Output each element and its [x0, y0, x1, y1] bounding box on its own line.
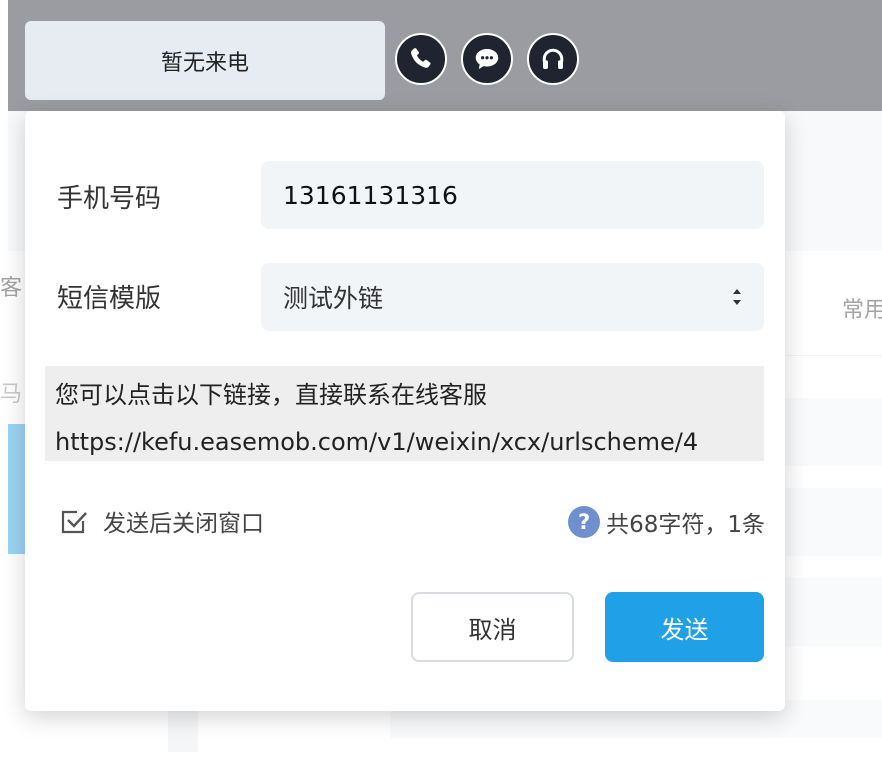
send-sms-dialog: 手机号码 13161131316 短信模版 测试外链 您可以点击以下链接，直接联…	[25, 111, 785, 711]
chat-icon	[475, 49, 499, 69]
phone-input[interactable]: 13161131316	[261, 161, 764, 229]
headset-button[interactable]	[527, 33, 579, 85]
chat-button[interactable]	[461, 33, 513, 85]
message-text-line: 您可以点击以下链接，直接联系在线客服	[55, 381, 487, 409]
char-count-text: 共68字符，1条	[606, 512, 765, 538]
template-select[interactable]: 测试外链	[261, 263, 764, 331]
phone-icon	[410, 48, 431, 68]
char-count: ? 共68字符，1条	[568, 505, 765, 539]
send-button-label: 发送	[660, 615, 709, 644]
call-status-text: 暂无来电	[160, 50, 249, 76]
message-preview: 您可以点击以下链接，直接联系在线客服 https://kefu.easemob.…	[45, 366, 764, 461]
cancel-button[interactable]: 取消	[411, 592, 574, 662]
message-link-line: https://kefu.easemob.com/v1/weixin/xcx/u…	[55, 428, 699, 456]
close-after-send-option: 发送后关闭窗口	[59, 504, 264, 538]
template-label: 短信模版	[57, 284, 162, 314]
select-arrows-icon	[733, 289, 741, 305]
checkbox-checked-icon[interactable]	[59, 506, 89, 536]
close-after-send-label: 发送后关闭窗口	[103, 511, 264, 537]
call-status: 暂无来电	[25, 21, 385, 100]
help-icon[interactable]: ?	[568, 506, 601, 538]
phone-button[interactable]	[395, 33, 447, 85]
send-button[interactable]: 发送	[605, 592, 764, 662]
phone-input-value: 13161131316	[283, 180, 458, 210]
headset-icon	[542, 48, 564, 69]
phone-label: 手机号码	[57, 184, 162, 214]
cancel-button-label: 取消	[468, 615, 517, 644]
app-window: 客 马 常用 暂无来电 手机号码 13161131316 短信模版 测试外链	[0, 0, 882, 760]
template-select-value: 测试外链	[283, 284, 384, 313]
